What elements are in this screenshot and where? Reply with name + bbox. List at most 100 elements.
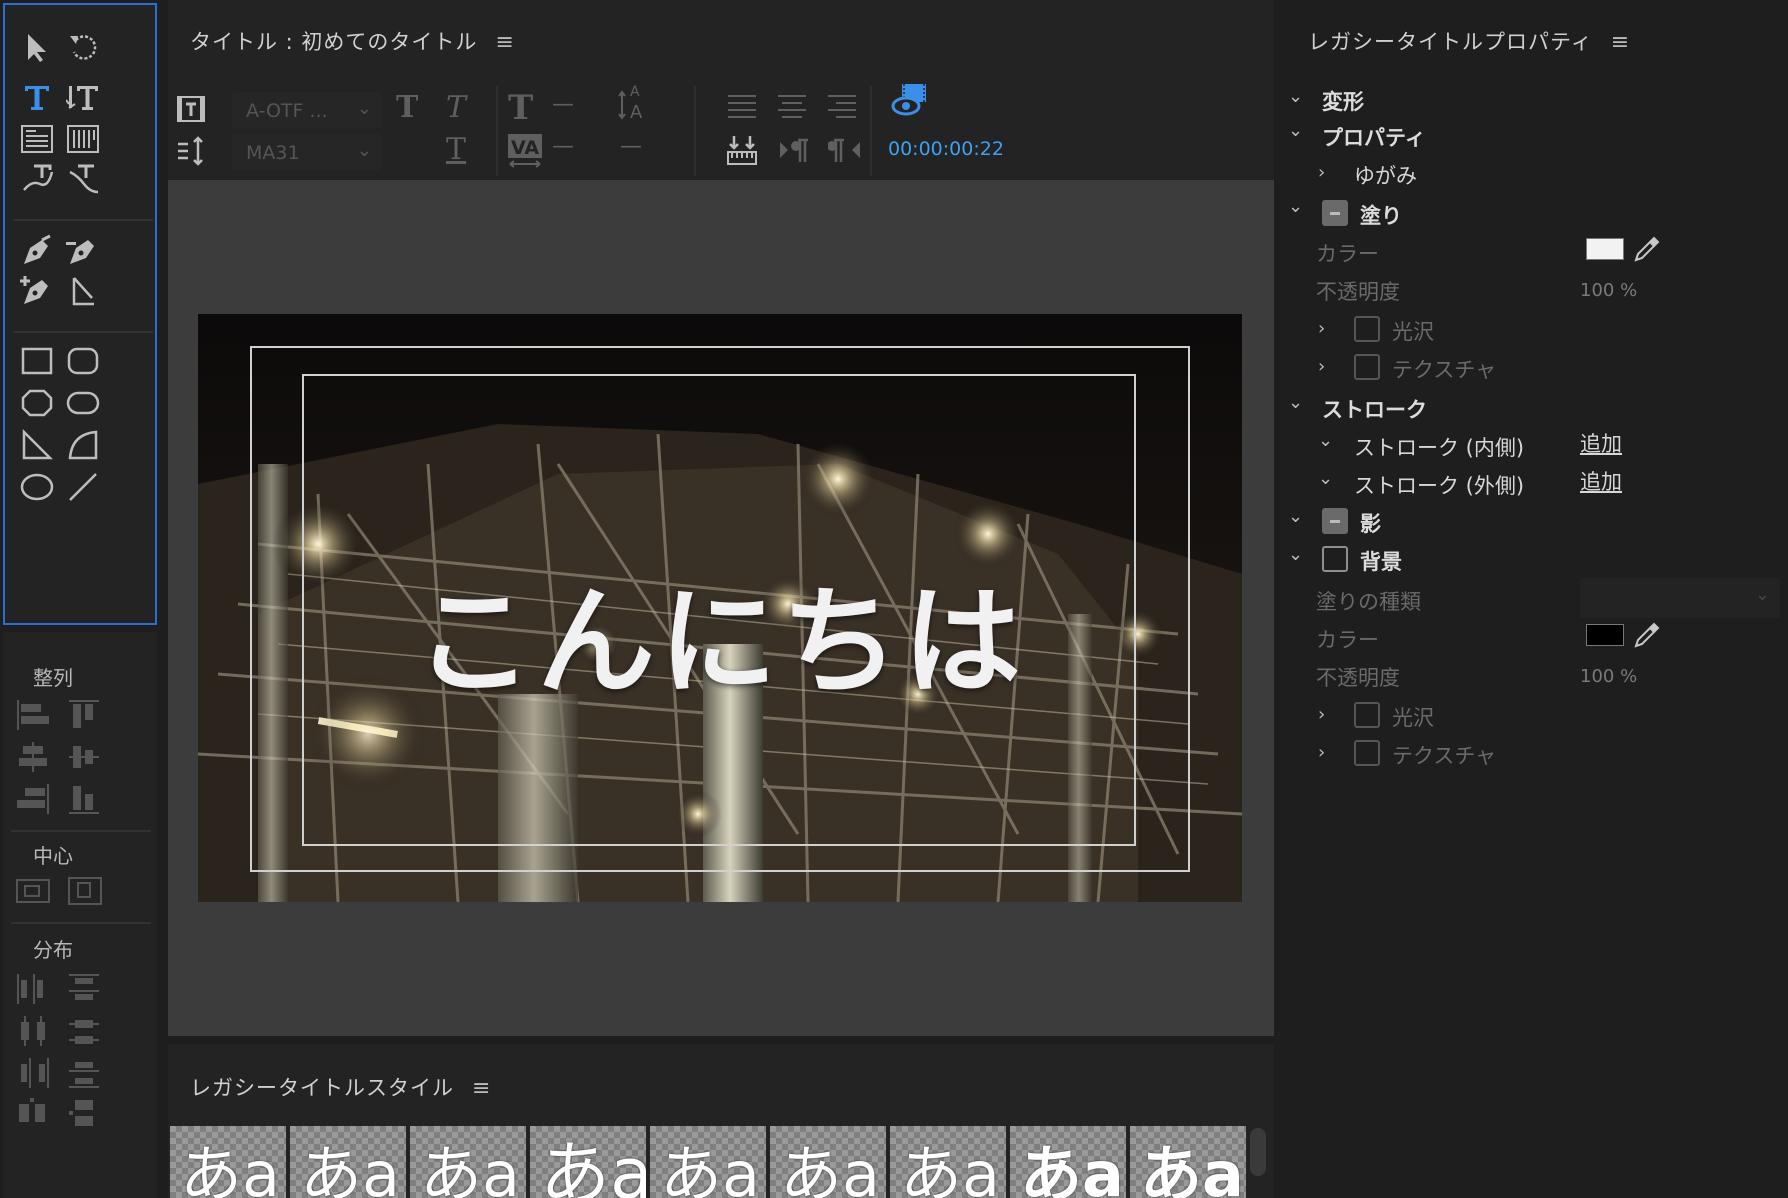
inner-stroke-label[interactable]: ストローク (内側) [1354, 432, 1524, 462]
chevron-down-icon[interactable]: ⌄ [1288, 120, 1303, 141]
pen-tool-icon[interactable] [15, 231, 59, 271]
bg-texture-checkbox[interactable] [1354, 740, 1380, 766]
styles-scrollbar[interactable] [1250, 1128, 1266, 1176]
style-swatch[interactable]: あa [1010, 1126, 1126, 1198]
editor-menu-icon[interactable]: ≡ [495, 30, 514, 55]
font-size-icon[interactable]: T [508, 88, 533, 128]
fill-checkbox[interactable] [1322, 200, 1348, 226]
style-swatch[interactable]: あa [290, 1126, 406, 1198]
rectangle-tool-icon[interactable] [15, 341, 59, 381]
convert-anchor-point-tool-icon[interactable] [61, 271, 105, 311]
vertical-type-tool-icon[interactable] [61, 77, 105, 117]
roll-crawl-options-icon[interactable] [176, 136, 206, 166]
chevron-down-icon[interactable]: ⌄ [1318, 430, 1333, 451]
chevron-right-icon[interactable]: › [1318, 704, 1325, 725]
align-text-left-icon[interactable] [726, 92, 758, 122]
area-type-tool-icon[interactable] [15, 119, 59, 159]
distribute-center-vertical-icon[interactable] [67, 1014, 103, 1048]
align-text-right-icon[interactable] [826, 92, 858, 122]
chevron-right-icon[interactable]: › [1318, 742, 1325, 763]
style-swatch[interactable]: あa [650, 1126, 766, 1198]
chevron-right-icon[interactable]: › [1318, 162, 1325, 183]
transform-section[interactable]: 変形 [1322, 86, 1364, 116]
shadow-section[interactable]: 影 [1360, 508, 1381, 538]
distribute-right-icon[interactable] [15, 1056, 51, 1090]
delete-anchor-point-tool-icon[interactable] [61, 231, 105, 271]
vertical-area-type-tool-icon[interactable] [61, 119, 105, 159]
underline-icon[interactable]: T [446, 132, 466, 167]
chevron-right-icon[interactable]: › [1318, 318, 1325, 339]
distribute-center-horizontal-icon[interactable] [15, 1014, 51, 1048]
show-background-video-icon[interactable] [890, 82, 930, 118]
align-right-icon[interactable] [15, 782, 51, 816]
fill-opacity-value[interactable]: 100 % [1580, 280, 1637, 301]
rotation-tool-icon[interactable] [61, 27, 105, 67]
align-center-horizontal-icon[interactable] [15, 740, 51, 774]
distribute-bottom-icon[interactable] [67, 1056, 103, 1090]
fill-color-swatch[interactable] [1586, 238, 1624, 260]
editor-tab-title[interactable]: タイトル : 初めてのタイトル [190, 30, 477, 54]
add-outer-stroke-link[interactable]: 追加 [1580, 466, 1622, 496]
bold-icon[interactable]: T [396, 90, 418, 125]
style-swatch[interactable]: あa [1130, 1126, 1246, 1198]
shadow-checkbox[interactable] [1322, 508, 1348, 534]
wedge-tool-icon[interactable] [15, 425, 59, 465]
properties-menu-icon[interactable]: ≡ [1611, 30, 1630, 55]
bg-color-swatch[interactable] [1586, 624, 1624, 646]
align-top-icon[interactable] [67, 698, 103, 732]
eyedropper-icon[interactable] [1632, 620, 1662, 650]
chevron-down-icon[interactable]: ⌄ [1288, 544, 1303, 565]
distribute-top-icon[interactable] [67, 972, 103, 1006]
style-swatch[interactable]: あa [530, 1126, 646, 1198]
fill-texture-checkbox[interactable] [1354, 354, 1380, 380]
chevron-down-icon[interactable]: ⌄ [1288, 196, 1303, 217]
paragraph-ltr-icon[interactable] [778, 136, 812, 166]
title-text-object[interactable]: こんにちは [198, 546, 1242, 717]
bg-sheen-checkbox[interactable] [1354, 702, 1380, 728]
properties-panel-title[interactable]: レガシータイトルプロパティ [1308, 30, 1593, 54]
leading-icon[interactable]: AA [618, 82, 652, 123]
paragraph-rtl-icon[interactable] [827, 136, 862, 166]
distort-section[interactable]: ゆがみ [1354, 160, 1417, 190]
align-center-vertical-icon[interactable] [67, 740, 103, 774]
chevron-down-icon[interactable]: ⌄ [1288, 86, 1303, 107]
ellipse-tool-icon[interactable] [15, 467, 59, 507]
chevron-down-icon[interactable]: ⌄ [1288, 506, 1303, 527]
background-video-frame[interactable]: こんにちは [198, 314, 1242, 902]
new-title-icon[interactable] [176, 94, 206, 124]
distribute-vertical-even-icon[interactable] [67, 1096, 103, 1130]
kerning-icon[interactable]: VA [508, 134, 542, 168]
stroke-section[interactable]: ストローク [1322, 394, 1427, 424]
styles-panel-title[interactable]: レガシータイトルスタイル [190, 1076, 454, 1100]
styles-menu-icon[interactable]: ≡ [472, 1076, 491, 1101]
path-type-tool-icon[interactable] [15, 159, 59, 199]
properties-section[interactable]: プロパティ [1322, 122, 1426, 152]
leading-value[interactable]: — [620, 134, 642, 159]
add-inner-stroke-link[interactable]: 追加 [1580, 428, 1622, 458]
align-bottom-icon[interactable] [67, 782, 103, 816]
background-checkbox[interactable] [1322, 546, 1348, 572]
center-horizontal-icon[interactable] [15, 874, 51, 908]
distribute-left-icon[interactable] [15, 972, 51, 1006]
add-anchor-point-tool-icon[interactable] [15, 271, 59, 311]
fill-type-dropdown[interactable]: ⌄ [1580, 578, 1780, 618]
align-left-icon[interactable] [15, 698, 51, 732]
tab-stops-icon[interactable] [726, 134, 758, 168]
bg-opacity-value[interactable]: 100 % [1580, 666, 1637, 687]
clipped-corner-rectangle-tool-icon[interactable] [15, 383, 59, 423]
arc-tool-icon[interactable] [61, 425, 105, 465]
style-swatch[interactable]: あa [170, 1126, 286, 1198]
line-tool-icon[interactable] [61, 467, 105, 507]
italic-icon[interactable]: T [446, 90, 466, 125]
timecode-display[interactable]: 00:00:00:22 [888, 138, 1004, 160]
center-vertical-icon[interactable] [67, 874, 103, 908]
chevron-right-icon[interactable]: › [1318, 356, 1325, 377]
chevron-down-icon[interactable]: ⌄ [1288, 392, 1303, 413]
eyedropper-icon[interactable] [1632, 234, 1662, 264]
align-text-center-icon[interactable] [776, 92, 808, 122]
rounded-rectangle-tool-icon[interactable] [61, 341, 105, 381]
font-size-value[interactable]: — [552, 92, 574, 117]
type-tool-icon[interactable] [15, 77, 59, 117]
chevron-down-icon[interactable]: ⌄ [1318, 468, 1333, 489]
font-style-dropdown[interactable]: MA31 ⌄ [232, 134, 382, 170]
